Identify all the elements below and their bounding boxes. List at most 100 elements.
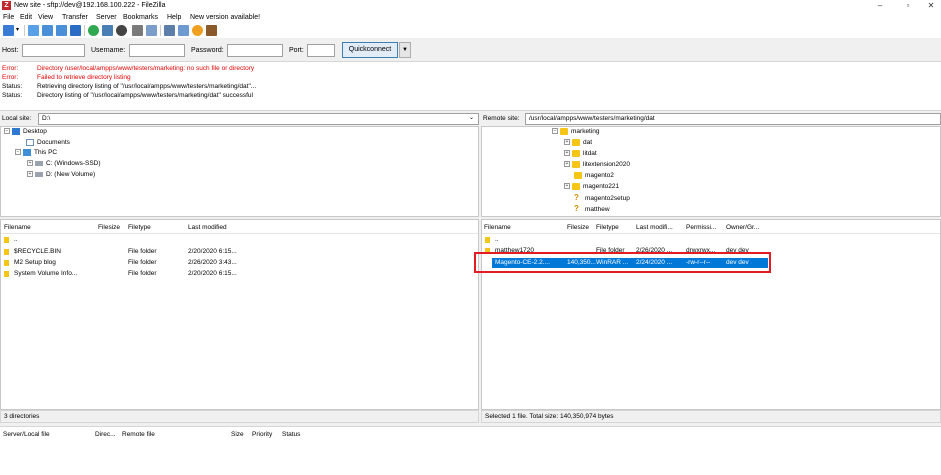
menu-file[interactable]: File [3, 13, 14, 22]
queue-header-size[interactable]: Size [231, 430, 244, 439]
tree-node-label: dat [583, 139, 593, 146]
tree-node-drive-d[interactable]: + D: (New Volume) [27, 170, 95, 180]
compare-icon[interactable] [178, 25, 189, 36]
expand-icon[interactable]: + [27, 171, 33, 178]
column-header-last-modified[interactable]: Last modified [188, 223, 227, 232]
disconnect-icon[interactable] [132, 25, 143, 36]
menu-new-version[interactable]: New version available! [190, 13, 260, 22]
tree-node-litextension2020[interactable]: + litextension2020 [564, 160, 630, 170]
toggle-local-tree-icon[interactable] [42, 25, 53, 36]
reconnect-icon[interactable] [146, 25, 157, 36]
tree-node-matthew[interactable]: ? matthew [574, 204, 610, 214]
column-header-filetype[interactable]: Filetype [128, 223, 151, 232]
menu-bookmarks[interactable]: Bookmarks [123, 13, 158, 22]
menu-transfer[interactable]: Transfer [62, 13, 88, 22]
password-input[interactable] [227, 44, 283, 57]
queue-header-remote-file[interactable]: Remote file [122, 430, 155, 439]
folder-icon [572, 182, 580, 190]
folder-icon [572, 138, 580, 146]
search-icon[interactable] [206, 25, 217, 36]
toggle-log-icon[interactable] [28, 25, 39, 36]
column-header-owner-group[interactable]: Owner/Gr... [726, 223, 759, 232]
local-file-list[interactable]: Filename Filesize Filetype Last modified… [0, 219, 479, 410]
menu-help[interactable]: Help [167, 13, 181, 22]
collapse-icon[interactable]: − [552, 128, 558, 135]
tree-node-dat[interactable]: + dat [564, 138, 592, 148]
cancel-icon[interactable] [116, 25, 127, 36]
file-row[interactable]: M2 Setup blog File folder 2/26/2020 3:43… [1, 258, 478, 268]
toggle-remote-tree-icon[interactable] [56, 25, 67, 36]
tree-node-label: litextension2020 [583, 161, 630, 168]
message-log[interactable]: Error: Directory /user/local/ampps/www/t… [0, 61, 941, 111]
local-site-path-input[interactable]: D:\ [38, 113, 479, 125]
tree-node-drive-c[interactable]: + C: (Windows-SSD) [27, 159, 101, 169]
tree-node-documents[interactable]: Documents [26, 138, 70, 148]
site-manager-icon[interactable] [3, 25, 14, 36]
collapse-icon[interactable]: − [4, 128, 10, 135]
expand-icon[interactable]: + [564, 161, 570, 168]
tree-node-magento2[interactable]: magento2 [574, 171, 614, 181]
file-name: System Volume Info... [14, 270, 78, 277]
expand-icon[interactable]: + [27, 160, 33, 167]
remote-directory-tree[interactable]: − marketing + dat + litdat + litextension202… [481, 126, 941, 217]
tree-node-litdat[interactable]: + litdat [564, 149, 597, 159]
expand-icon[interactable]: + [564, 150, 570, 157]
tree-node-marketing[interactable]: − marketing [552, 127, 600, 137]
tree-node-magento221[interactable]: + magento221 [564, 182, 619, 192]
column-header-permissions[interactable]: Permissi... [686, 223, 716, 232]
menu-view[interactable]: View [38, 13, 53, 22]
queue-header-priority[interactable]: Priority [252, 430, 272, 439]
local-directory-tree[interactable]: − Desktop Documents − This PC + C: (Windows… [0, 126, 479, 217]
toolbar: ▾ [0, 23, 941, 38]
toggle-queue-icon[interactable] [70, 25, 81, 36]
title-bar: Z New site - sftp://dev@192.168.100.222 … [0, 0, 941, 11]
documents-icon [26, 138, 34, 146]
tree-node-magento2setup[interactable]: ? magento2setup [574, 193, 630, 203]
column-header-filetype[interactable]: Filetype [596, 223, 619, 232]
column-header-last-modified[interactable]: Last modifi... [636, 223, 673, 232]
minimize-button[interactable]: – [868, 0, 892, 11]
chevron-down-icon[interactable]: ▾ [16, 26, 19, 33]
tree-node-label: C: (Windows-SSD) [46, 160, 101, 167]
password-label: Password: [191, 47, 224, 54]
quickconnect-button[interactable]: Quickconnect [342, 42, 398, 58]
column-header-filename[interactable]: Filename [484, 223, 511, 232]
username-input[interactable] [129, 44, 185, 57]
file-row[interactable]: $RECYCLE.BIN File folder 2/20/2020 6:15.… [1, 247, 478, 257]
menu-server[interactable]: Server [96, 13, 117, 22]
file-row[interactable]: .. [482, 235, 940, 245]
local-site-label: Local site: [2, 115, 32, 122]
sync-browse-icon[interactable] [192, 25, 203, 36]
folder-icon [4, 237, 9, 243]
expand-icon[interactable]: + [564, 183, 570, 190]
remote-site-path-input[interactable]: /usr/local/ampps/www/testers/marketing/d… [525, 113, 941, 125]
queue-header-direction[interactable]: Direc... [95, 430, 116, 439]
port-input[interactable] [307, 44, 335, 57]
collapse-icon[interactable]: − [15, 149, 21, 156]
file-name: .. [14, 236, 18, 243]
tree-node-this-pc[interactable]: − This PC [15, 148, 57, 158]
close-button[interactable]: ✕ [919, 0, 941, 11]
process-queue-icon[interactable] [102, 25, 113, 36]
file-row[interactable]: System Volume Info... File folder 2/20/2… [1, 269, 478, 279]
quickconnect-dropdown-button[interactable]: ▼ [399, 42, 411, 58]
column-header-filesize[interactable]: Filesize [567, 223, 589, 232]
column-header-filename[interactable]: Filename [4, 223, 31, 232]
remote-file-list[interactable]: Filename Filesize Filetype Last modifi..… [481, 219, 941, 410]
file-row[interactable]: .. [1, 235, 478, 245]
expand-icon[interactable]: + [564, 139, 570, 146]
menu-edit[interactable]: Edit [20, 13, 32, 22]
tree-node-desktop[interactable]: − Desktop [4, 127, 47, 137]
unknown-icon: ? [574, 193, 579, 202]
local-site-bar: Local site: D:\ ⌄ [0, 113, 479, 125]
filter-icon[interactable] [164, 25, 175, 36]
refresh-icon[interactable] [88, 25, 99, 36]
queue-header-server-local-file[interactable]: Server/Local file [3, 430, 50, 439]
column-header-filesize[interactable]: Filesize [98, 223, 120, 232]
maximize-button[interactable]: ▫ [896, 0, 920, 11]
host-input[interactable] [22, 44, 85, 57]
queue-header-status[interactable]: Status [282, 430, 300, 439]
file-name: .. [495, 236, 499, 243]
chevron-down-icon[interactable]: ⌄ [469, 114, 474, 121]
transfer-queue[interactable]: Server/Local file Direc... Remote file S… [0, 426, 941, 475]
